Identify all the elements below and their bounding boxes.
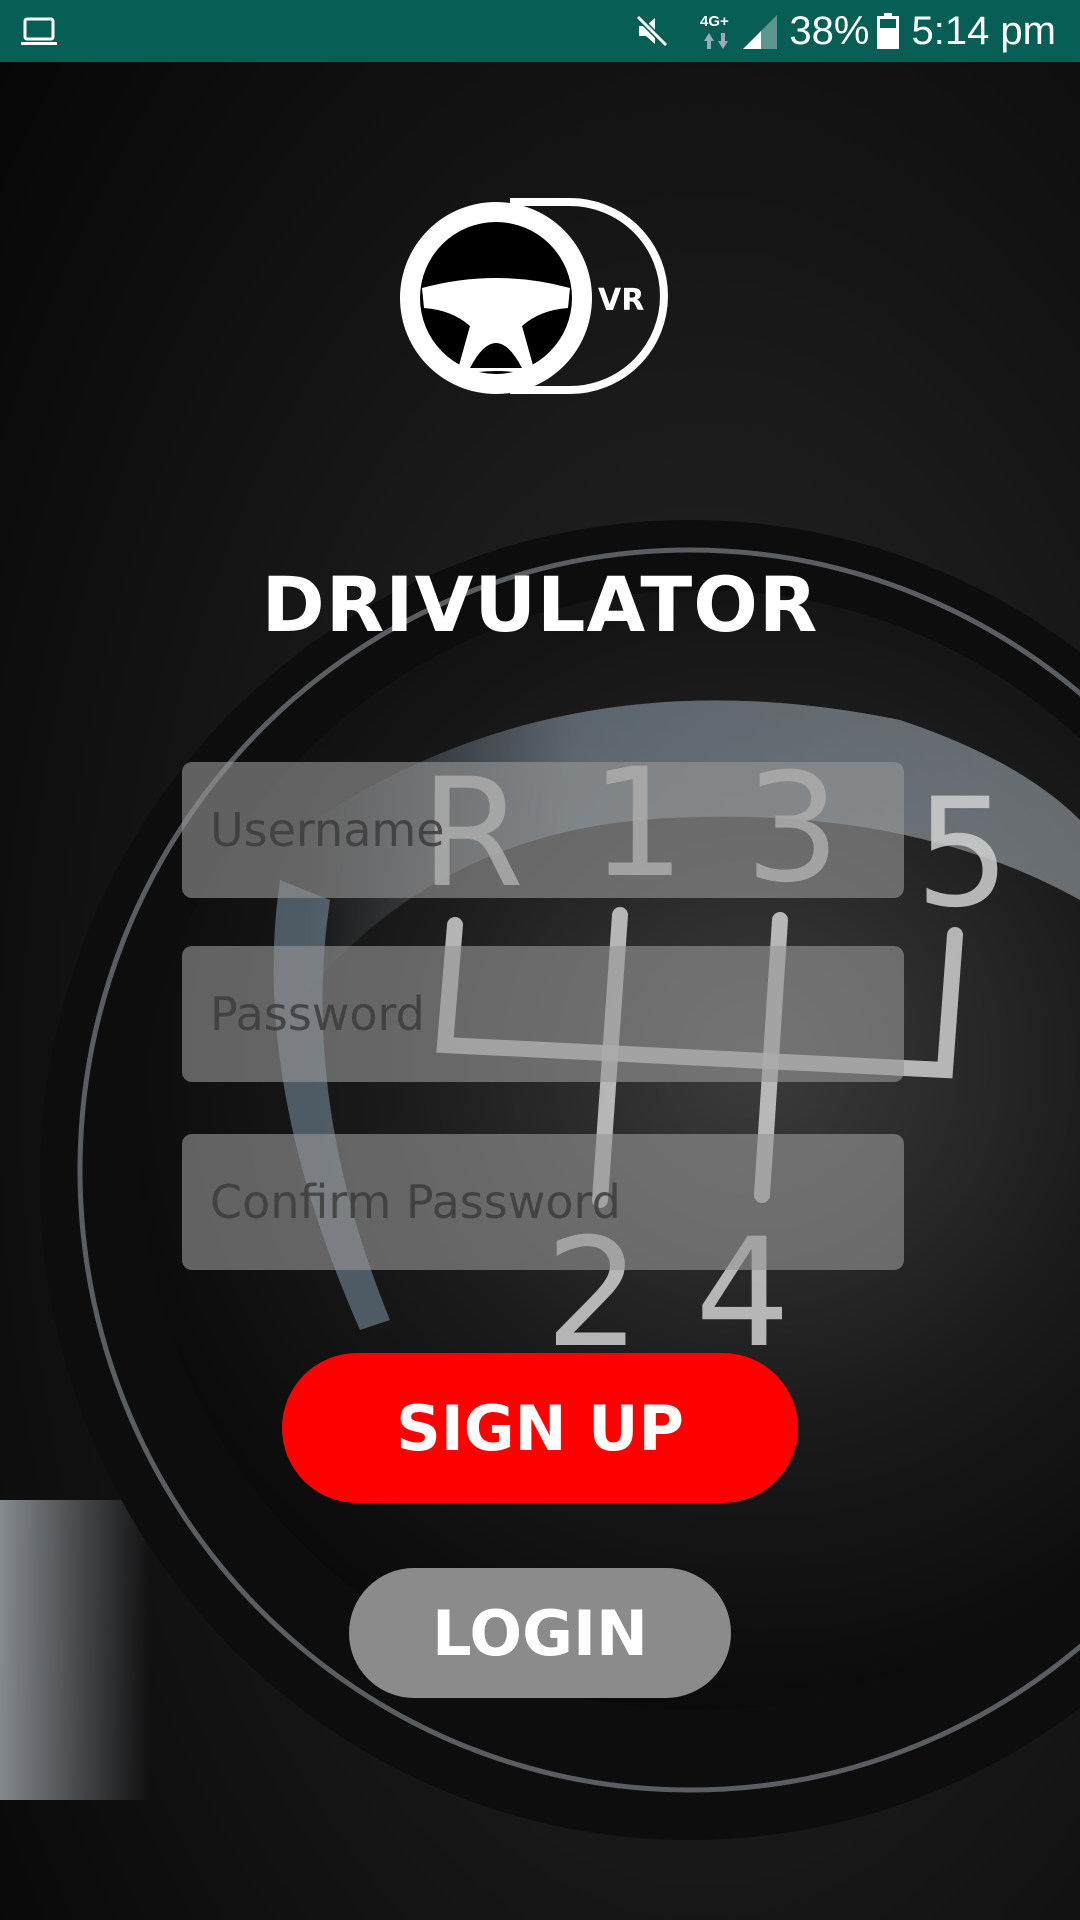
logo-vr-text: VR [598, 283, 644, 318]
laptop-icon [21, 17, 57, 45]
network-type-text: 4G+ [700, 13, 729, 30]
network-data-icon: 4G+ [700, 13, 729, 49]
clock: 5:14 pm [911, 8, 1056, 53]
sign-up-button[interactable]: SIGN UP [282, 1353, 798, 1503]
signal-icon [743, 15, 778, 49]
mute-icon [636, 14, 669, 48]
battery-icon [877, 13, 900, 49]
battery-percent: 38% [789, 8, 870, 53]
confirm-password-input[interactable] [182, 1134, 904, 1270]
password-input[interactable] [182, 946, 904, 1082]
shift-label-5: 5 [915, 767, 1010, 941]
app-logo-steering-wheel-icon: VR [400, 198, 668, 394]
app-title: DRIVULATOR [261, 560, 819, 649]
status-bar: 4G+ 38% 5:14 pm [0, 0, 1080, 62]
login-button[interactable]: LOGIN [349, 1568, 731, 1698]
username-input[interactable] [182, 762, 904, 898]
